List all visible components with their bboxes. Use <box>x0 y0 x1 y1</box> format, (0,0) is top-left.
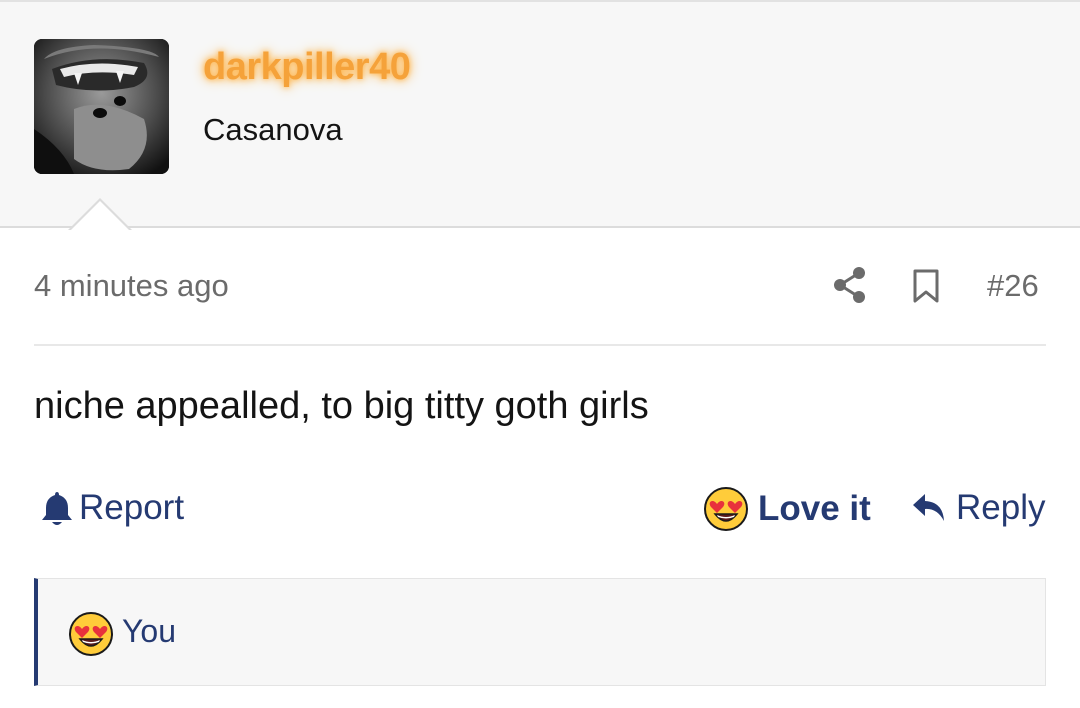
love-it-button[interactable]: Love it <box>703 486 871 532</box>
report-button[interactable]: Report <box>40 488 184 528</box>
divider <box>34 344 1046 346</box>
post-number[interactable]: #26 <box>987 268 1039 304</box>
share-icon[interactable] <box>832 266 868 304</box>
username[interactable]: darkpiller40 <box>203 46 411 89</box>
post-header: darkpiller40 Casanova <box>0 0 1080 228</box>
user-title: Casanova <box>203 112 343 147</box>
bell-icon <box>42 492 72 525</box>
reply-button[interactable]: Reply <box>911 488 1045 528</box>
post-timestamp[interactable]: 4 minutes ago <box>34 268 229 304</box>
reactor-name[interactable]: You <box>122 613 176 650</box>
reply-arrow-icon <box>913 494 944 521</box>
love-it-label: Love it <box>758 489 871 528</box>
report-label: Report <box>79 488 185 527</box>
heart-eyes-emoji <box>704 487 748 531</box>
bookmark-icon[interactable] <box>911 268 941 304</box>
avatar[interactable] <box>34 39 169 174</box>
heart-eyes-emoji <box>69 612 113 656</box>
reactions-bar[interactable]: You <box>34 578 1046 686</box>
post-content: niche appealled, to big titty goth girls <box>34 385 649 427</box>
reply-label: Reply <box>956 488 1046 527</box>
header-pointer-fill <box>70 201 130 231</box>
